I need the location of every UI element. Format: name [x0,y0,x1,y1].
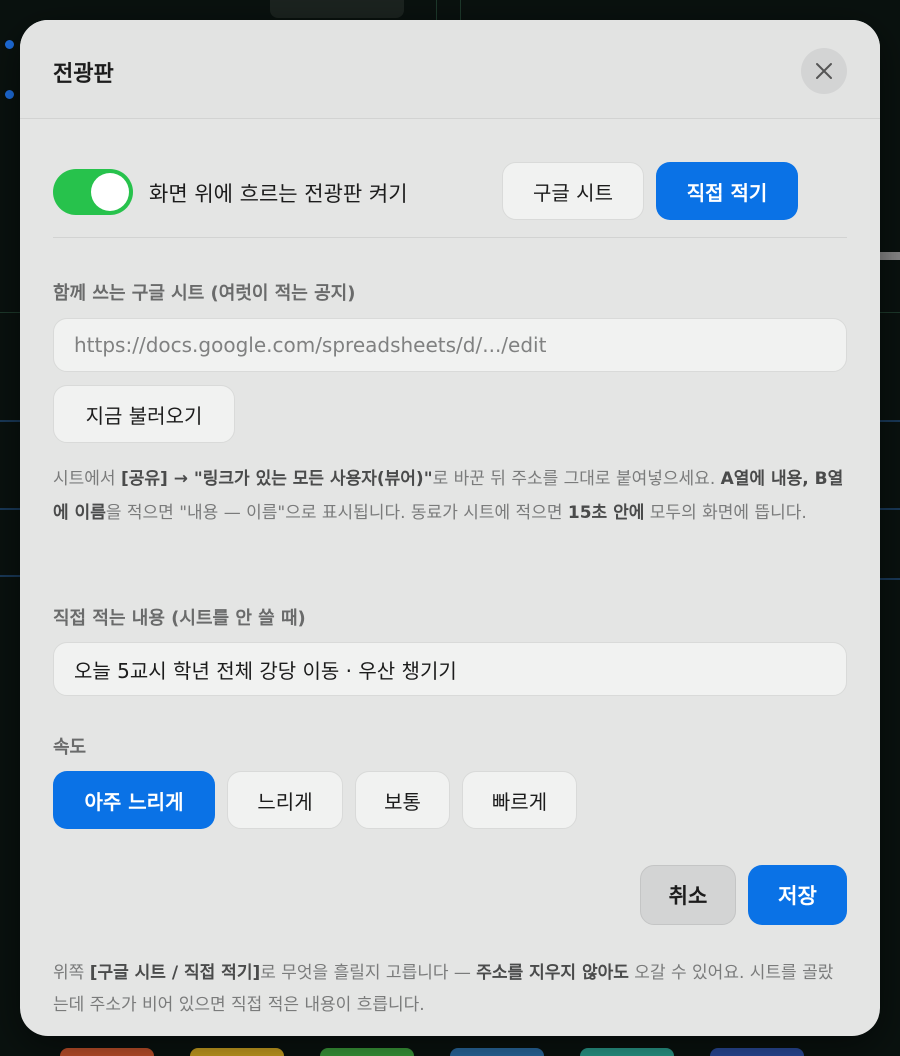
source-google-sheet-button[interactable]: 구글 시트 [502,162,644,220]
dialog-header: 전광판 [20,20,880,119]
speed-fast-button[interactable]: 빠르게 [462,771,577,829]
close-button[interactable] [801,48,847,94]
marquee-settings-dialog: 전광판 화면 위에 흐르는 전광판 켜기 구글 시트 직접 적기 함께 쓰는 구… [20,20,880,1036]
toggle-label: 화면 위에 흐르는 전광판 켜기 [149,182,408,206]
dialog-body: 화면 위에 흐르는 전광판 켜기 구글 시트 직접 적기 함께 쓰는 구글 시트… [53,119,847,1015]
sheet-label: 함께 쓰는 구글 시트 (여럿이 적는 공지) [53,283,356,304]
footer-note: 위쪽 [구글 시트 / 직접 적기]로 무엇을 흘릴지 고릅니다 — 주소를 지… [53,963,834,1015]
speed-normal-button[interactable]: 보통 [355,771,450,829]
cancel-button[interactable]: 취소 [640,865,736,925]
speed-label: 속도 [53,737,87,758]
speed-very-slow-button[interactable]: 아주 느리게 [53,771,215,829]
source-direct-button[interactable]: 직접 적기 [656,162,798,220]
direct-text-input[interactable]: 오늘 5교시 학년 전체 강당 이동 · 우산 챙기기 [53,642,847,696]
speed-slow-button[interactable]: 느리게 [227,771,343,829]
load-now-button[interactable]: 지금 불러오기 [53,385,235,443]
sheet-help-text: 시트에서 [공유] → "링크가 있는 모든 사용자(뷰어)"로 바꾼 뒤 주소… [53,469,844,523]
marquee-toggle[interactable] [53,169,133,215]
direct-label: 직접 적는 내용 (시트를 안 쓸 때) [53,608,306,629]
dialog-title: 전광판 [53,62,114,87]
save-button[interactable]: 저장 [748,865,847,925]
sheet-url-input[interactable]: https://docs.google.com/spreadsheets/d/.… [53,318,847,372]
toggle-knob [91,173,129,211]
background-topbar [270,0,404,18]
close-icon [816,63,832,79]
source-row: 화면 위에 흐르는 전광판 켜기 구글 시트 직접 적기 [53,119,847,238]
